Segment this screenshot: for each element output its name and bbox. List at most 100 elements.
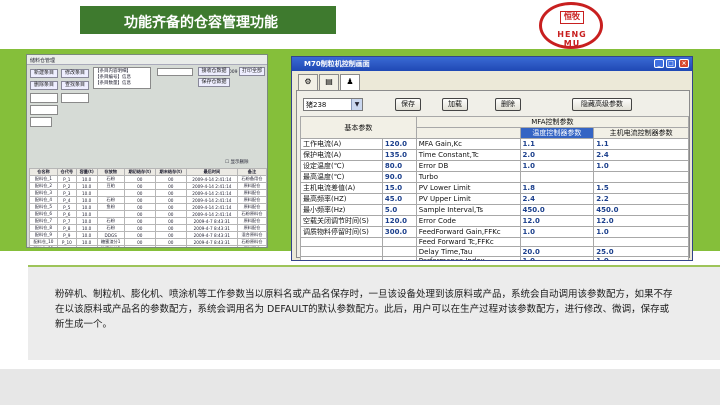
basic-param-label	[300, 246, 383, 257]
current-param-value[interactable]	[593, 236, 689, 248]
bin-table-row[interactable]: 配料仓_11P_1110.0糖蜜渣分100002009-4-7 8:43:31原…	[29, 245, 267, 247]
bin-table-header-cell[interactable]: 仓代号	[56, 168, 77, 176]
bin-table-row[interactable]: 配料仓_8 P_8 10.0 石粉 00 00 2009-4-7 8:43:31 原料配仓	[29, 224, 267, 232]
bin-table-cell	[96, 189, 125, 197]
bin-table-cell: 00	[123, 238, 156, 246]
current-param-value[interactable]: 1.0	[593, 255, 689, 260]
temp-param-value[interactable]	[519, 236, 595, 248]
bin-table-cell: 糖蜜渣分1	[96, 238, 125, 246]
bin-table-header-row: 仓名称 仓代号 容量(t) 存放物 期初结存(t) 期末结存(t) 最后时间 备注	[29, 168, 267, 176]
bin-table-cell: 00	[123, 231, 156, 239]
load-button[interactable]: 加载	[442, 98, 468, 111]
parameter-row: Performance Index 1.0 1.0	[300, 255, 689, 260]
bin-table-cell: P_1	[56, 175, 77, 183]
maximize-icon[interactable]: □	[666, 59, 676, 68]
filter-field-2[interactable]	[61, 93, 89, 103]
close-icon[interactable]: ×	[679, 59, 689, 68]
bin-table-row[interactable]: 配料仓_5 P_5 10.0 鱼粉 00 00 2009-4-14 2:41:14 原料配仓	[29, 203, 267, 211]
current-param-value[interactable]: 1.0	[593, 160, 689, 172]
tab-chart-icon[interactable]: ▤	[319, 74, 339, 90]
minimize-icon[interactable]: _	[654, 59, 664, 68]
bin-table-header-cell[interactable]: 仓名称	[29, 168, 58, 176]
temp-param-value[interactable]: 12.0	[519, 215, 595, 227]
bin-table-cell: 00	[154, 203, 187, 211]
bin-table-header-cell[interactable]: 容量(t)	[75, 168, 98, 176]
current-param-value[interactable]: 12.0	[593, 215, 689, 227]
delete-button[interactable]: 删除	[495, 98, 521, 111]
hide-advanced-button[interactable]: 隐藏高级参数	[572, 98, 632, 111]
bin-table-header-cell[interactable]: 最后时间	[185, 168, 238, 176]
show-deleted-checkbox[interactable]: ☐ 显示删除	[225, 159, 248, 165]
basic-param-value[interactable]: 80.0	[381, 160, 417, 172]
temp-param-value[interactable]: 1.0	[519, 255, 595, 260]
bin-table-header-cell[interactable]: 期初结存(t)	[123, 168, 156, 176]
filter-field-3[interactable]	[30, 105, 58, 115]
new-entry-button[interactable]: 新建条目	[30, 69, 58, 78]
current-param-value[interactable]: 2.2	[593, 193, 689, 205]
bin-table-header-cell[interactable]: 备注	[236, 168, 267, 176]
bin-table-row[interactable]: 配料仓_10 P_10 10.0 糖蜜渣分1 00 00 2009-4-7 8:43:31 石…	[29, 238, 267, 246]
tab-settings-icon[interactable]: ⚙	[298, 74, 318, 90]
bin-table-cell: 原料配仓	[236, 196, 267, 204]
entry-info-line: 【条目数量】信息	[95, 81, 131, 86]
basic-param-value[interactable]: 90.0	[381, 171, 417, 183]
mfa-label-header	[415, 127, 521, 139]
bin-table-row[interactable]: 配料仓_7 P_7 10.0 石粉 00 00 2009-4-7 8:43:31 原料配仓	[29, 217, 267, 225]
bin-table-cell: P_4	[56, 196, 77, 204]
temp-param-value[interactable]	[519, 171, 595, 183]
temp-param-value[interactable]: 2.4	[519, 193, 595, 205]
current-param-value[interactable]: 25.0	[593, 246, 689, 257]
basic-param-value[interactable]: 120.0	[381, 138, 417, 150]
parameter-row: 设定温度(℃) 80.0 Error DB 1.0 1.0	[300, 160, 689, 172]
bin-table-header-cell[interactable]: 存放物	[96, 168, 125, 176]
bin-table-cell: 配料仓_3	[29, 189, 58, 197]
temp-param-value[interactable]: 20.0	[519, 246, 595, 257]
bin-data-input[interactable]	[157, 68, 193, 76]
bin-table-header-cell[interactable]: 期末结存(t)	[154, 168, 187, 176]
bin-table-row[interactable]: 配料仓_1 P_1 10.0 石粉 00 00 2009-4-14 2:41:14 石粉备用仓	[29, 175, 267, 183]
parameter-table-body: 基本参数 MFA控制参数 温度控制器参数 主机电流控制器参数 工作电流(A) 120.0 M…	[300, 116, 690, 260]
bin-table-row[interactable]: 配料仓_6 P_6 10.0 00 00 2009-4-14 2:41:14 石粉原料仓	[29, 210, 267, 218]
current-param-value[interactable]: 1.5	[593, 182, 689, 194]
temp-param-value[interactable]: 1.0	[519, 160, 595, 172]
receive-bin-data-button[interactable]: 接收仓数据	[198, 67, 230, 76]
basic-param-value[interactable]: 45.0	[381, 193, 417, 205]
find-entry-button[interactable]: 查找条目	[61, 81, 89, 90]
current-param-value[interactable]: 2.4	[593, 149, 689, 161]
basic-param-value[interactable]: 120.0	[381, 215, 417, 227]
bin-table-cell: 鱼粉	[96, 203, 125, 211]
filter-field-4[interactable]	[30, 117, 52, 127]
temp-param-value[interactable]: 1.1	[519, 138, 595, 150]
basic-param-value[interactable]: 300.0	[381, 226, 417, 238]
temp-param-value[interactable]: 450.0	[519, 204, 595, 216]
bin-table-cell: 2009-4-7 8:43:31	[185, 224, 238, 232]
basic-param-value[interactable]: 135.0	[381, 149, 417, 161]
current-param-value[interactable]: 450.0	[593, 204, 689, 216]
bin-table-cell	[96, 210, 125, 218]
edit-entry-button[interactable]: 修改条目	[61, 69, 89, 78]
bin-table-row[interactable]: 配料仓_2 P_2 10.0 豆粕 00 00 2009-4-14 2:41:14 原料配仓	[29, 182, 267, 190]
filter-field-1[interactable]	[30, 93, 58, 103]
temp-param-value[interactable]: 2.0	[519, 149, 595, 161]
print-all-button[interactable]: 打印全部	[239, 67, 265, 76]
current-param-value[interactable]: 1.0	[593, 226, 689, 238]
bin-table-row[interactable]: 配料仓_9 P_9 10.0 DDGS 00 00 2009-4-7 8:43:31 混合原料…	[29, 231, 267, 239]
temp-param-value[interactable]: 1.0	[519, 226, 595, 238]
bin-table-row[interactable]: 配料仓_3 P_3 10.0 00 00 2009-4-14 2:41:14 原料配仓	[29, 189, 267, 197]
bin-table-row[interactable]: 配料仓_4 P_4 10.0 石粉 00 00 2009-4-14 2:41:14 原料配仓	[29, 196, 267, 204]
basic-param-value[interactable]: 15.0	[381, 182, 417, 194]
mfa-params-header: MFA控制参数	[415, 116, 690, 128]
save-bin-data-button[interactable]: 保存仓数据	[198, 78, 230, 87]
tab-users-icon[interactable]: ♟	[340, 74, 360, 90]
recipe-select[interactable]: 猪238 ▼	[303, 98, 363, 111]
temp-param-value[interactable]: 1.8	[519, 182, 595, 194]
basic-param-value[interactable]: 5.0	[381, 204, 417, 216]
bin-table-cell: 石粉	[96, 196, 125, 204]
parameter-row: Delay Time,Tau 20.0 25.0	[300, 246, 689, 257]
mfa-param-label: Performance Index	[415, 255, 521, 260]
save-button[interactable]: 保存	[395, 98, 421, 111]
delete-entry-button[interactable]: 删除条目	[30, 81, 58, 90]
current-param-value[interactable]	[593, 171, 689, 183]
chevron-down-icon[interactable]: ▼	[351, 99, 362, 110]
current-param-value[interactable]: 1.1	[593, 138, 689, 150]
